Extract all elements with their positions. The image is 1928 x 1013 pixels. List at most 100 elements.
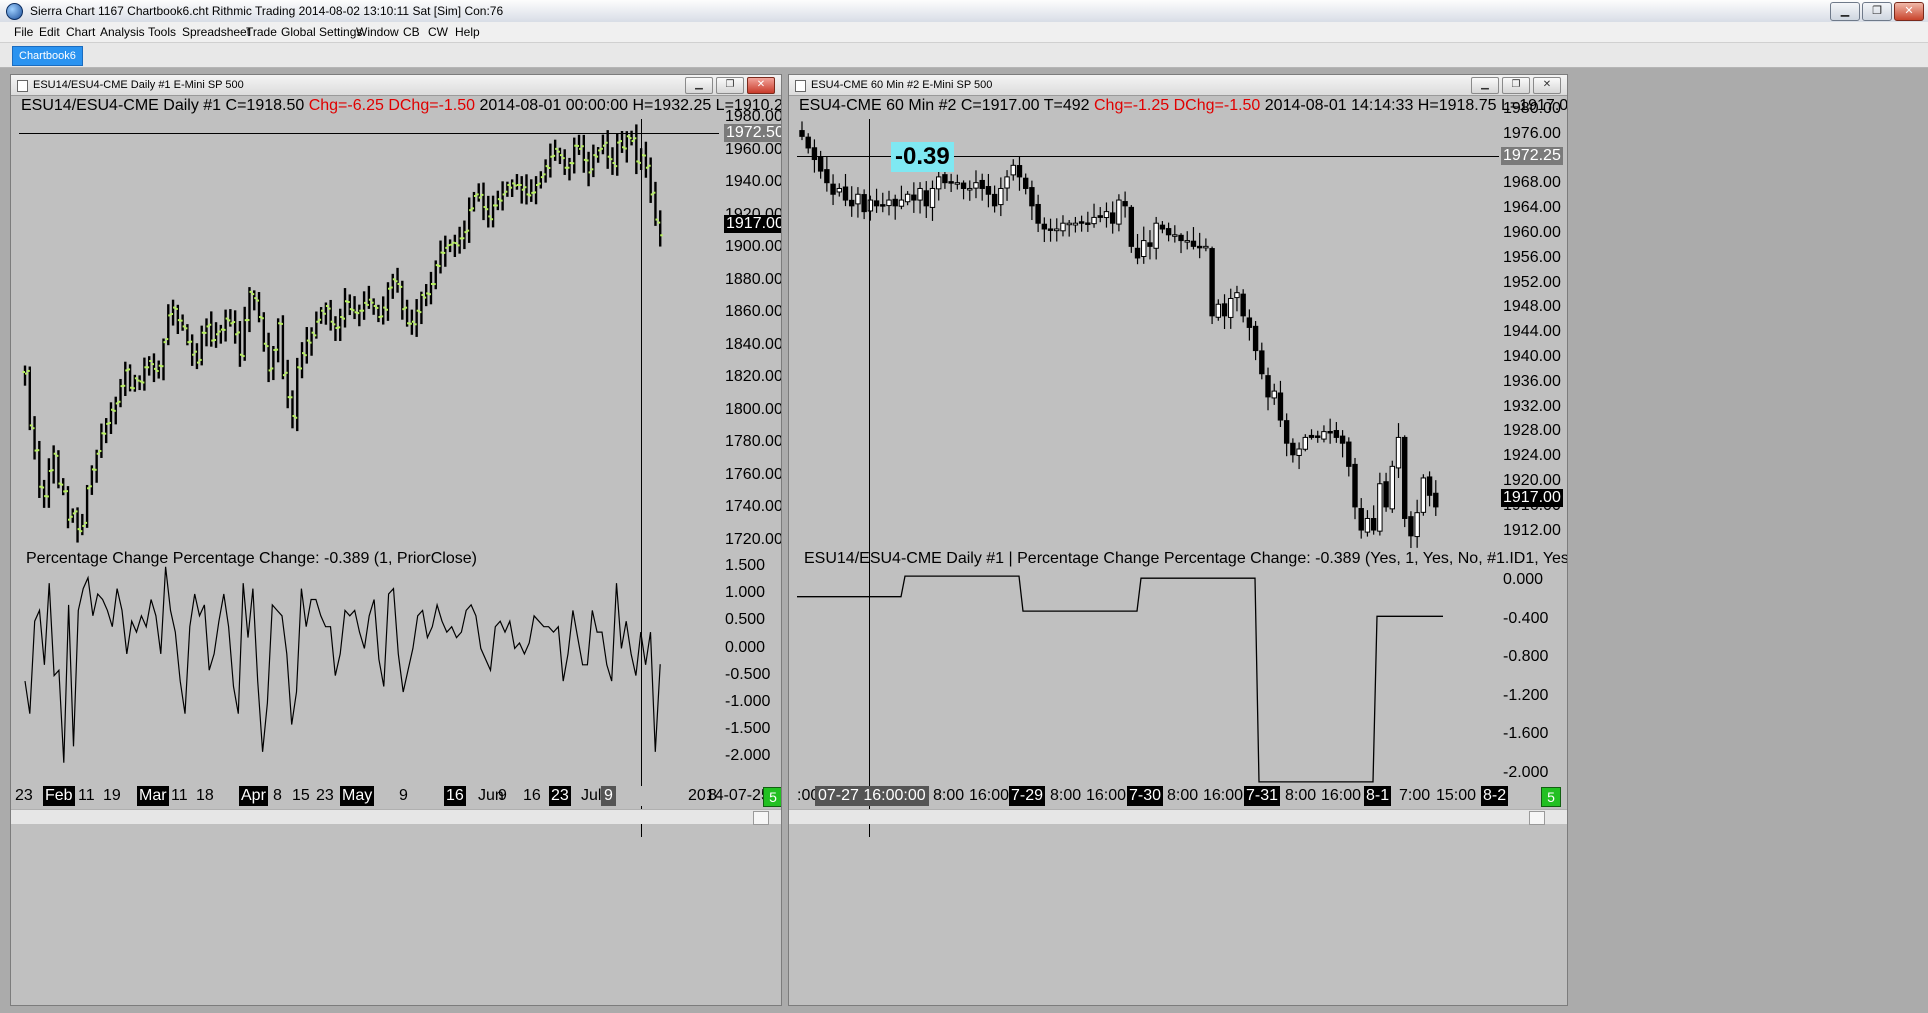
chartbook-tab-strip: Chartbook6 xyxy=(0,43,1928,68)
left-chart-titlebar: ESU14/ESU4-CME Daily #1 E-Mini SP 500 ▁ … xyxy=(11,75,781,96)
left-status-indicator[interactable]: 5 xyxy=(763,787,781,807)
left-price-tick-label: 1740.00 xyxy=(725,498,782,515)
candle-down xyxy=(1122,201,1128,207)
left-price-bars[interactable] xyxy=(19,119,719,559)
left-date-label: 23 xyxy=(549,786,571,806)
candle-up xyxy=(904,193,911,203)
right-date-label: 8:00 xyxy=(1285,787,1317,804)
left-date-label: 9 xyxy=(498,787,507,804)
candle-down xyxy=(830,183,836,195)
candle-down xyxy=(1277,392,1284,421)
right-price-bars[interactable] xyxy=(797,119,1499,559)
left-scroll-thumb[interactable] xyxy=(753,811,769,825)
menu-chart[interactable]: Chart xyxy=(66,22,95,42)
left-study-label: Percentage Change Percentage Change: -0.… xyxy=(26,550,477,567)
menu-cb[interactable]: CB xyxy=(403,22,420,42)
right-date-label: 15:00 xyxy=(1436,787,1477,804)
window-controls: ▁ ❐ ✕ xyxy=(1830,2,1924,21)
sierra-chart-app-icon xyxy=(6,3,23,20)
menu-analysis[interactable]: Analysis xyxy=(100,22,145,42)
left-horizontal-scrollbar[interactable] xyxy=(11,809,781,825)
candle-down xyxy=(1402,436,1408,519)
candle-up xyxy=(1054,228,1060,232)
right-status-indicator[interactable]: 5 xyxy=(1541,787,1561,807)
candle-down xyxy=(1333,430,1340,438)
minimize-button[interactable]: ▁ xyxy=(1830,2,1860,21)
menu-spreadsheet[interactable]: Spreadsheet xyxy=(182,22,250,42)
candle-up xyxy=(886,199,892,207)
right-chart-header: ESU4-CME 60 Min #2 C=1917.00 T=492 Chg=-… xyxy=(799,97,1567,115)
right-percentage-change-line[interactable] xyxy=(797,571,1499,787)
restore-button[interactable]: ❐ xyxy=(1862,2,1892,21)
candle-down xyxy=(1078,221,1085,224)
right-chart-restore-button[interactable]: ❐ xyxy=(1502,77,1530,94)
left-chart-restore-button[interactable]: ❐ xyxy=(716,77,744,94)
right-price-tick-label: 1976.00 xyxy=(1503,124,1561,142)
left-price-tick-label: 1760.00 xyxy=(725,465,782,483)
candle-up xyxy=(836,187,842,193)
left-chart-minimize-button[interactable]: ▁ xyxy=(685,77,713,94)
candle-up xyxy=(954,182,961,185)
candle-down xyxy=(1240,293,1246,317)
left-chart-controls: ▁ ❐ ✕ xyxy=(685,77,775,94)
candle-up xyxy=(1420,477,1427,513)
right-date-label: 16:00 xyxy=(1086,787,1127,804)
left-date-label: 15 xyxy=(292,787,310,804)
menu-edit[interactable]: Edit xyxy=(39,22,60,42)
right-chart-titlebar: ESU4-CME 60 Min #2 E-Mini SP 500 ▁ ❐ ✕ xyxy=(789,75,1567,96)
left-date-label: May xyxy=(340,786,375,806)
left-date-label: Apr xyxy=(239,786,268,806)
right-price-tick-label: 1968.00 xyxy=(1503,174,1561,192)
candle-up xyxy=(917,187,923,201)
left-date-label: 11 xyxy=(78,787,95,804)
left-percentage-change-line[interactable] xyxy=(19,566,719,787)
candle-up xyxy=(1234,292,1240,299)
right-study-tick-label: -2.000 xyxy=(1503,763,1549,781)
candle-down xyxy=(1196,245,1203,249)
candle-up xyxy=(1116,199,1122,225)
left-price-tick-label: 1820.00 xyxy=(725,368,782,385)
right-chart-close-button[interactable]: ✕ xyxy=(1533,77,1561,94)
candle-up xyxy=(1377,483,1383,532)
left-date-label: Mar xyxy=(137,786,169,806)
candle-down xyxy=(960,182,967,189)
candle-down xyxy=(824,169,830,184)
right-horizontal-scrollbar[interactable] xyxy=(789,809,1567,825)
candle-down xyxy=(1346,441,1352,467)
right-date-label: 16:00 xyxy=(1321,787,1362,804)
menu-file[interactable]: File xyxy=(14,22,33,42)
tab-chartbook6[interactable]: Chartbook6 xyxy=(12,46,83,66)
left-chart-close-button[interactable]: ✕ xyxy=(747,77,775,94)
menu-global-settings[interactable]: Global Settings xyxy=(281,22,362,42)
menu-trade[interactable]: Trade xyxy=(246,22,277,42)
right-study-tick-label: -0.400 xyxy=(1503,609,1549,627)
candle-down xyxy=(1109,212,1116,224)
menu-help[interactable]: Help xyxy=(455,22,480,42)
right-chart-window[interactable]: ESU4-CME 60 Min #2 E-Mini SP 500 ▁ ❐ ✕ E… xyxy=(788,74,1568,1006)
menu-window[interactable]: Window xyxy=(356,22,399,42)
close-button[interactable]: ✕ xyxy=(1894,2,1924,21)
left-study-tick-label: -2.000 xyxy=(725,747,771,765)
candle-down xyxy=(1165,228,1172,236)
left-study-tick-label: 1.500 xyxy=(725,557,766,574)
left-price-tick-label: 1840.00 xyxy=(725,335,782,353)
right-price-tick-label: 1932.00 xyxy=(1503,397,1561,415)
left-chart-window[interactable]: ESU14/ESU4-CME Daily #1 E-Mini SP 500 ▁ … xyxy=(10,74,782,1006)
candle-down xyxy=(1252,325,1259,352)
candle-up xyxy=(1066,222,1072,226)
menu-tools[interactable]: Tools xyxy=(148,22,176,42)
menu-cw[interactable]: CW xyxy=(428,22,448,42)
left-date-label: 23 xyxy=(316,787,334,804)
candle-down xyxy=(1041,223,1048,230)
title-bar: Sierra Chart 1167 Chartbook6.cht Rithmic… xyxy=(0,0,1928,23)
right-date-label: 7-29 xyxy=(1009,786,1046,806)
candle-down xyxy=(1221,303,1228,317)
left-study-tick-label: -1.500 xyxy=(725,720,771,738)
candle-up xyxy=(1271,390,1277,399)
right-chart-header-chg: Chg=-1.25 DChg=-1.50 xyxy=(1094,97,1261,114)
right-chart-minimize-button[interactable]: ▁ xyxy=(1471,77,1499,94)
right-date-label: 8:00 xyxy=(1050,787,1082,804)
candle-down xyxy=(1047,228,1054,231)
right-scroll-thumb[interactable] xyxy=(1529,811,1545,825)
candle-down xyxy=(979,179,985,189)
